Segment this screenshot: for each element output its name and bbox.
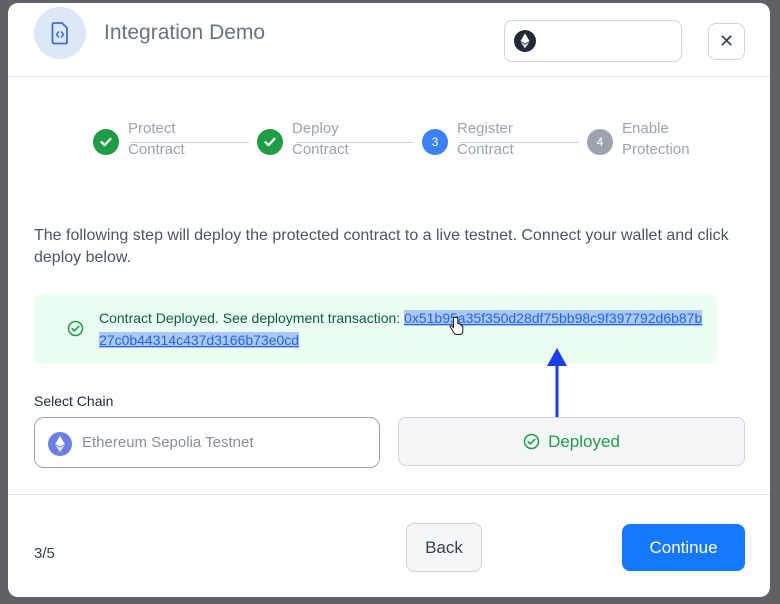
- step-number: 3: [422, 129, 448, 155]
- step-label: Deploy Contract: [292, 120, 349, 158]
- check-icon: [257, 129, 283, 155]
- chain-select[interactable]: Ethereum Sepolia Testnet: [34, 417, 380, 468]
- network-selector[interactable]: [504, 20, 682, 62]
- deployed-label: Deployed: [548, 431, 620, 451]
- check-circle-icon: [523, 433, 540, 450]
- hand-cursor-icon: [449, 316, 464, 341]
- select-chain-label: Select Chain: [34, 393, 114, 409]
- step-number: 4: [587, 129, 613, 155]
- modal-header: Integration Demo ✕: [8, 3, 770, 77]
- annotation-arrow-icon: [545, 346, 569, 425]
- step-label: Protect Contract: [128, 120, 185, 158]
- progress-indicator: 3/5: [34, 545, 55, 562]
- step-protect-contract: Protect Contract: [93, 118, 208, 160]
- step-label: Register Contract: [457, 120, 514, 158]
- chain-select-value: Ethereum Sepolia Testnet: [82, 434, 254, 451]
- stepper: Protect Contract Deploy Contract 3 Regis…: [8, 118, 770, 168]
- step-deploy-contract: Deploy Contract: [257, 118, 372, 160]
- check-circle-icon: [67, 320, 84, 342]
- back-button[interactable]: Back: [406, 523, 482, 572]
- ethereum-icon: [48, 432, 72, 461]
- document-code-icon: [34, 7, 86, 59]
- close-button[interactable]: ✕: [708, 23, 745, 60]
- integration-modal: Integration Demo ✕ Protect Contract Depl…: [8, 3, 770, 597]
- deployed-button[interactable]: Deployed: [398, 417, 745, 466]
- alert-text: Contract Deployed. See deployment transa…: [99, 310, 405, 326]
- modal-title: Integration Demo: [104, 21, 266, 44]
- instructions-text: The following step will deploy the prote…: [34, 227, 729, 266]
- continue-button[interactable]: Continue: [622, 524, 745, 571]
- modal-footer: 3/5 Back Continue: [8, 494, 770, 597]
- close-icon: ✕: [718, 31, 735, 51]
- step-enable-protection: 4 Enable Protection: [587, 118, 702, 160]
- step-label: Enable Protection: [622, 120, 690, 158]
- check-icon: [93, 129, 119, 155]
- step-register-contract: 3 Register Contract: [422, 118, 537, 160]
- ethereum-icon: [514, 30, 536, 57]
- alert-message: Contract Deployed. See deployment transa…: [99, 308, 709, 351]
- success-alert: Contract Deployed. See deployment transa…: [34, 294, 717, 364]
